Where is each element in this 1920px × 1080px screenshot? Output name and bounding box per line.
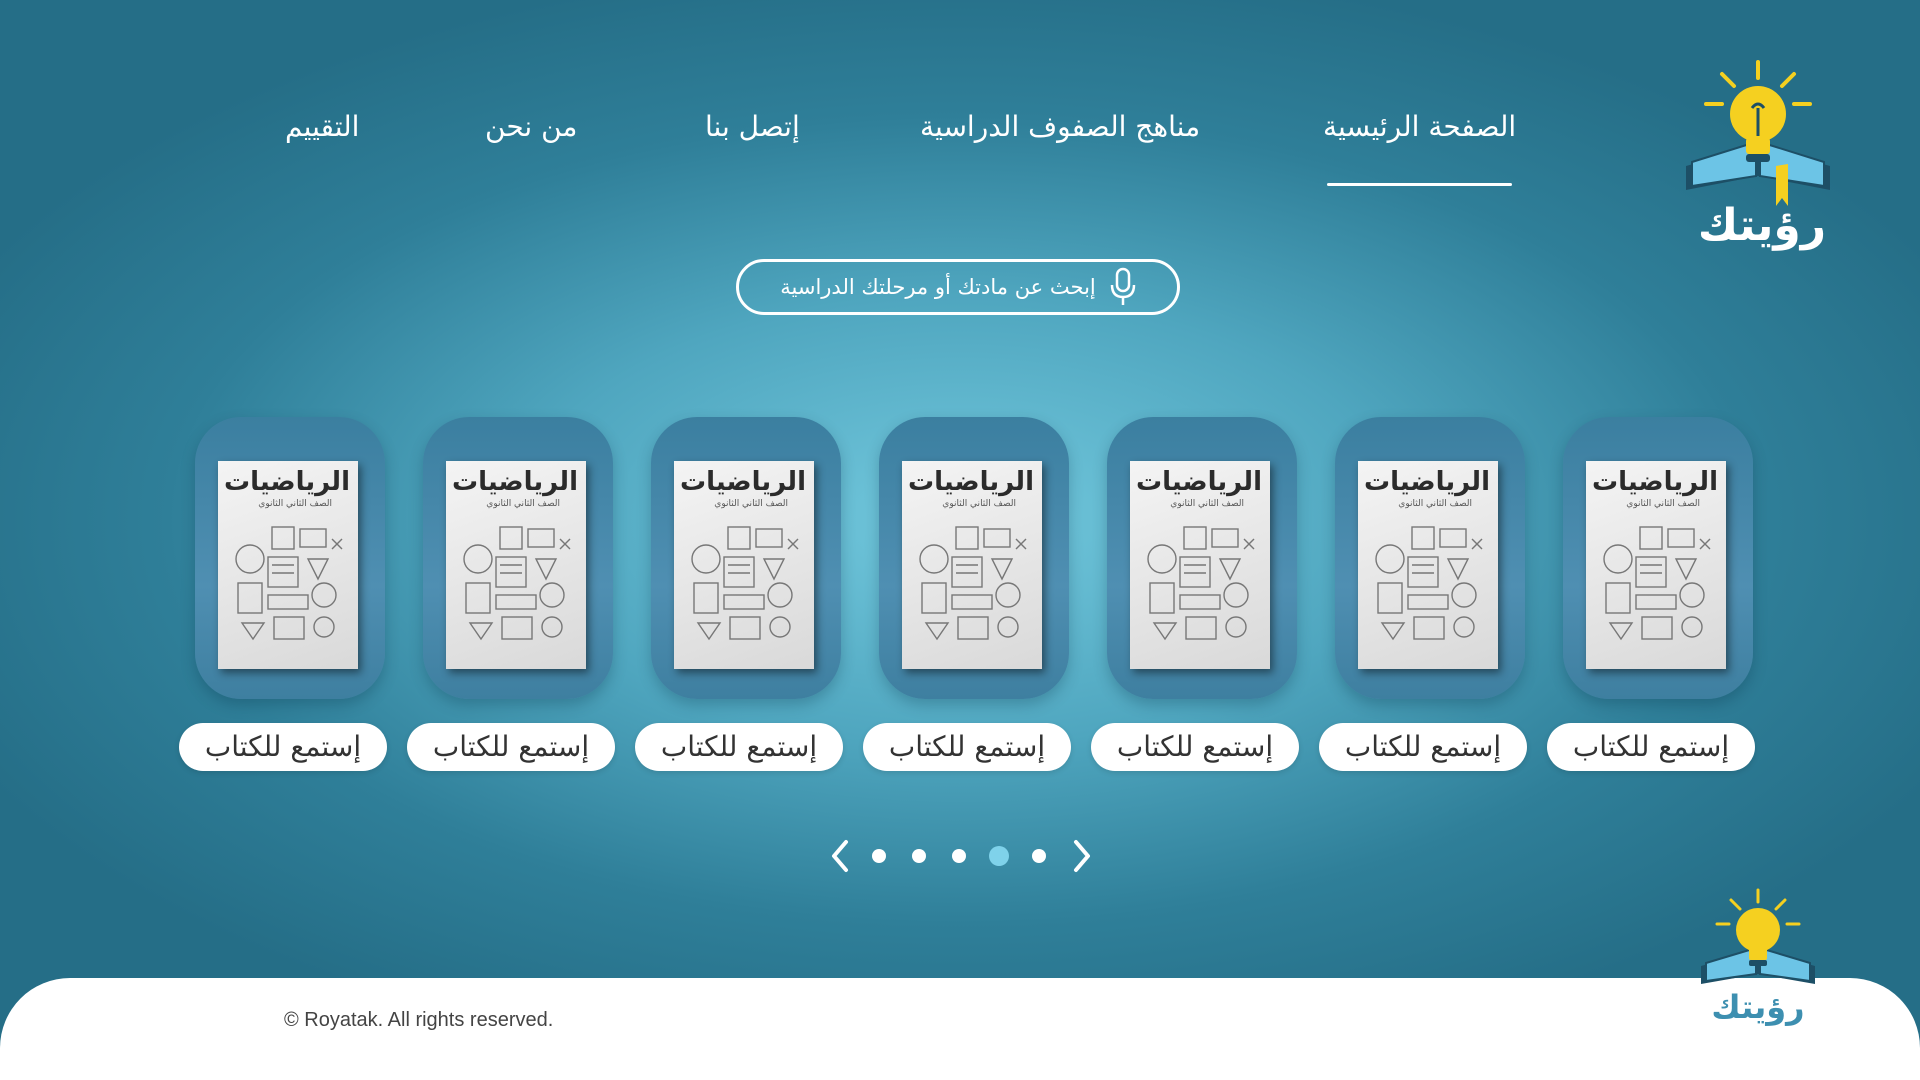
book-title: الرياضيات [223,467,350,497]
math-doodles-icon [691,526,799,641]
book-cover[interactable]: الرياضيات الصف الثاني الثانوي [1130,461,1270,669]
book-cover[interactable]: الرياضيات الصف الثاني الثانوي [902,461,1042,669]
chevron-right-icon[interactable] [1068,838,1096,874]
nav-curricula[interactable]: مناهج الصفوف الدراسية [920,110,1200,143]
book-subtitle: الصف الثاني الثانوي [942,499,1016,509]
pager-dot-2[interactable] [912,849,926,863]
book-subtitle: الصف الثاني الثانوي [1626,499,1700,509]
listen-book-button[interactable]: إستمع للكتاب [1547,723,1755,771]
book-title: الرياضيات [679,467,806,497]
listen-book-button[interactable]: إستمع للكتاب [407,723,615,771]
math-doodles-icon [1147,526,1255,641]
book-card[interactable]: الرياضيات الصف الثاني الثانوي [195,417,385,699]
nav-about[interactable]: من نحن [485,110,577,143]
listen-book-button[interactable]: إستمع للكتاب [863,723,1071,771]
math-doodles-icon [919,526,1027,641]
carousel-pager [826,838,1096,874]
nav-contact[interactable]: إتصل بنا [705,110,800,143]
book-card[interactable]: الرياضيات الصف الثاني الثانوي [1563,417,1753,699]
math-doodles-icon [1375,526,1483,641]
microphone-icon[interactable] [1110,267,1136,307]
book-subtitle: الصف الثاني الثانوي [1398,499,1472,509]
book-cover[interactable]: الرياضيات الصف الثاني الثانوي [1358,461,1498,669]
main-nav: الصفحة الرئيسية مناهج الصفوف الدراسية إت… [0,110,1920,190]
nav-rating[interactable]: التقييم [285,110,359,143]
search-box[interactable]: إبحث عن مادتك أو مرحلتك الدراسية [736,259,1180,315]
book-cover[interactable]: الرياضيات الصف الثاني الثانوي [446,461,586,669]
pager-dot-4[interactable] [989,846,1009,866]
book-subtitle: الصف الثاني الثانوي [714,499,788,509]
book-subtitle: الصف الثاني الثانوي [486,499,560,509]
footer-logo[interactable]: رؤيتك [1693,888,1823,1038]
listen-book-button[interactable]: إستمع للكتاب [1319,723,1527,771]
book-cover[interactable]: الرياضيات الصف الثاني الثانوي [1586,461,1726,669]
copyright-text: © Royatak. All rights reserved. [284,1009,554,1031]
book-title: الرياضيات [907,467,1034,497]
nav-home[interactable]: الصفحة الرئيسية [1323,110,1516,143]
book-card[interactable]: الرياضيات الصف الثاني الثانوي [651,417,841,699]
book-card[interactable]: الرياضيات الصف الثاني الثانوي [1107,417,1297,699]
book-cover[interactable]: الرياضيات الصف الثاني الثانوي [674,461,814,669]
lightbulb-book-icon [1701,888,1815,984]
book-card[interactable]: الرياضيات الصف الثاني الثانوي [879,417,1069,699]
pager-dot-5[interactable] [1032,849,1046,863]
listen-book-button[interactable]: إستمع للكتاب [1091,723,1299,771]
math-doodles-icon [1603,526,1711,641]
book-cover[interactable]: الرياضيات الصف الثاني الثانوي [218,461,358,669]
math-doodles-icon [463,526,571,641]
listen-book-button[interactable]: إستمع للكتاب [179,723,387,771]
pager-dot-1[interactable] [872,849,886,863]
book-title: الرياضيات [1591,467,1718,497]
book-title: الرياضيات [1135,467,1262,497]
book-title: الرياضيات [1363,467,1490,497]
book-card[interactable]: الرياضيات الصف الثاني الثانوي [1335,417,1525,699]
nav-active-underline [1327,183,1512,186]
footer-brand-name: رؤيتك [1711,988,1805,1026]
book-title: الرياضيات [451,467,578,497]
pager-dot-3[interactable] [952,849,966,863]
book-subtitle: الصف الثاني الثانوي [1170,499,1244,509]
search-placeholder: إبحث عن مادتك أو مرحلتك الدراسية [780,275,1096,299]
chevron-left-icon[interactable] [826,838,854,874]
book-subtitle: الصف الثاني الثانوي [258,499,332,509]
math-doodles-icon [235,526,343,641]
brand-name: رؤيتك [1697,200,1827,251]
book-card[interactable]: الرياضيات الصف الثاني الثانوي [423,417,613,699]
listen-book-button[interactable]: إستمع للكتاب [635,723,843,771]
